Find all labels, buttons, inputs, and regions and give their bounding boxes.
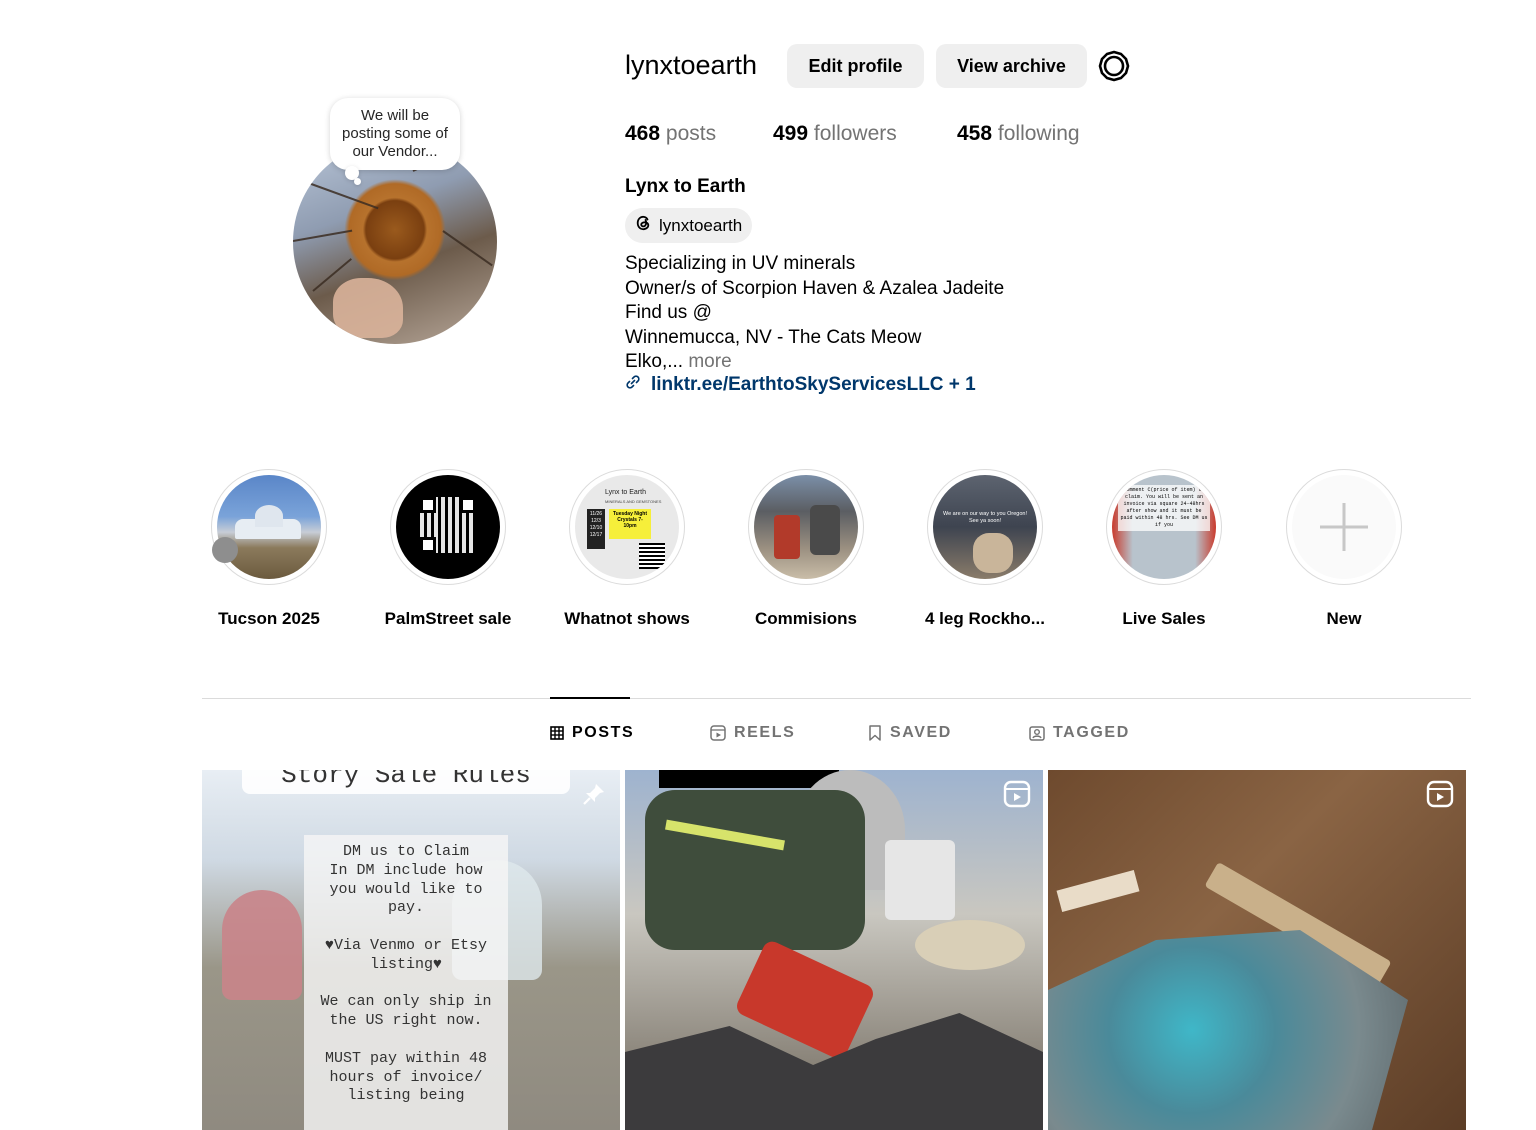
- profile-link-text: linktr.ee/EarthtoSkyServicesLLC + 1: [651, 374, 976, 395]
- profile-bio: Specializing in UV minerals Owner/s of S…: [625, 252, 1004, 375]
- view-archive-button[interactable]: View archive: [936, 44, 1087, 88]
- following-stat[interactable]: 458 following: [957, 122, 1080, 146]
- highlight-new[interactable]: New: [1274, 469, 1414, 629]
- highlight-cover: Lynx to Earth MINERALS AND GEMSTONES 11/…: [575, 475, 679, 579]
- post-thumbnail[interactable]: [1048, 770, 1466, 1130]
- highlight-cover: We are on our way to you Oregon! See ya …: [933, 475, 1037, 579]
- highlight-label: Live Sales: [1122, 609, 1206, 628]
- highlight-label: Tucson 2025: [218, 609, 320, 628]
- whatnot-box: Tuesday Night Crystals 7-10pm: [609, 509, 651, 539]
- bio-line: Elko,...: [625, 351, 684, 372]
- followers-stat[interactable]: 499 followers: [773, 122, 897, 146]
- bio-line: Owner/s of Scorpion Haven & Azalea Jadei…: [625, 277, 1005, 299]
- highlight-label: New: [1326, 609, 1362, 628]
- bio-line: Find us @: [625, 302, 712, 323]
- profile-full-name: Lynx to Earth: [625, 176, 746, 197]
- tab-label: REELS: [734, 724, 796, 741]
- qr-code-icon: [639, 543, 665, 569]
- threads-badge[interactable]: lynxtoearth: [625, 208, 753, 243]
- profile-link[interactable]: linktr.ee/EarthtoSkyServicesLLC + 1: [625, 374, 976, 396]
- highlight-overlay-dot: [212, 537, 238, 563]
- edit-profile-button[interactable]: Edit profile: [787, 44, 924, 88]
- post-thumbnail[interactable]: Story Sale Rules DM us to Claim In DM in…: [202, 770, 620, 1130]
- highlight-cover: [217, 475, 321, 579]
- plus-icon: [1320, 503, 1368, 551]
- highlight-cover: [396, 475, 500, 579]
- followers-count: 499: [773, 122, 809, 145]
- profile-note[interactable]: We will be posting some of our Vendor...: [330, 98, 460, 170]
- following-count: 458: [957, 122, 993, 145]
- tabs-divider: [202, 698, 1471, 699]
- posts-stat: 468 posts: [625, 122, 716, 146]
- live-sales-text: Comment C(price of item) to claim. You w…: [1118, 485, 1210, 531]
- tab-label: POSTS: [572, 724, 635, 741]
- post-thumbnail[interactable]: [625, 770, 1043, 1130]
- tab-posts[interactable]: POSTS: [550, 724, 634, 742]
- highlight-live-sales[interactable]: Comment C(price of item) to claim. You w…: [1094, 469, 1234, 629]
- post-caption-overlay: DM us to Claim In DM include how you wou…: [304, 835, 508, 1130]
- settings-gear-icon[interactable]: [1097, 49, 1131, 83]
- whatnot-subtitle: MINERALS AND GEMSTONES: [605, 499, 662, 504]
- profile-note-text: We will be posting some of our Vendor...: [342, 107, 448, 160]
- active-tab-indicator: [550, 697, 630, 699]
- reels-icon: [710, 725, 726, 741]
- followers-label: followers: [813, 122, 897, 145]
- following-label: following: [997, 122, 1080, 145]
- highlight-label: PalmStreet sale: [384, 609, 512, 628]
- highlight-palmstreet-sale[interactable]: PalmStreet sale: [378, 469, 518, 629]
- rockhound-text: We are on our way to you Oregon! See ya …: [943, 511, 1027, 524]
- tab-label: SAVED: [890, 724, 952, 741]
- posts-label: posts: [665, 122, 717, 145]
- reel-icon: [1426, 780, 1454, 808]
- tab-reels[interactable]: REELS: [710, 724, 795, 742]
- threads-handle: lynxtoearth: [659, 215, 743, 235]
- whatnot-title: Lynx to Earth: [605, 489, 646, 496]
- bookmark-icon: [869, 725, 881, 741]
- tagged-person-icon: [1029, 726, 1045, 741]
- highlight-cover: [1292, 475, 1396, 579]
- highlight-label: Commisions: [754, 609, 858, 628]
- post-header: Story Sale Rules: [242, 770, 570, 794]
- username: lynxtoearth: [625, 50, 758, 80]
- bio-line-last: Elko,... more: [625, 350, 1004, 375]
- profile-avatar[interactable]: [293, 140, 497, 344]
- reel-icon: [1003, 780, 1031, 808]
- highlight-whatnot-shows[interactable]: Lynx to Earth MINERALS AND GEMSTONES 11/…: [557, 469, 697, 629]
- threads-icon: [633, 213, 653, 238]
- highlight-cover: Comment C(price of item) to claim. You w…: [1112, 475, 1216, 579]
- link-icon: [625, 374, 641, 396]
- highlight-label: 4 leg Rockho...: [925, 609, 1045, 628]
- tab-label: TAGGED: [1053, 724, 1130, 741]
- bio-more-link[interactable]: more: [688, 351, 731, 372]
- grid-icon: [550, 726, 564, 740]
- highlight-commisions[interactable]: Commisions: [736, 469, 876, 629]
- highlight-label: Whatnot shows: [564, 609, 690, 628]
- bio-line: Winnemucca, NV - The Cats Meow: [625, 326, 922, 348]
- tab-tagged[interactable]: TAGGED: [1029, 724, 1130, 742]
- tab-saved[interactable]: SAVED: [868, 724, 952, 742]
- posts-count: 468: [625, 122, 661, 145]
- highlight-cover: [754, 475, 858, 579]
- pinned-icon: [583, 784, 604, 805]
- bio-line: Specializing in UV minerals: [625, 253, 856, 274]
- whatnot-dates: 11/26 12/3 12/10 12/17: [587, 509, 605, 549]
- highlight-4-leg-rockhound[interactable]: We are on our way to you Oregon! See ya …: [915, 469, 1055, 629]
- note-bubble-dot-small: [354, 178, 361, 185]
